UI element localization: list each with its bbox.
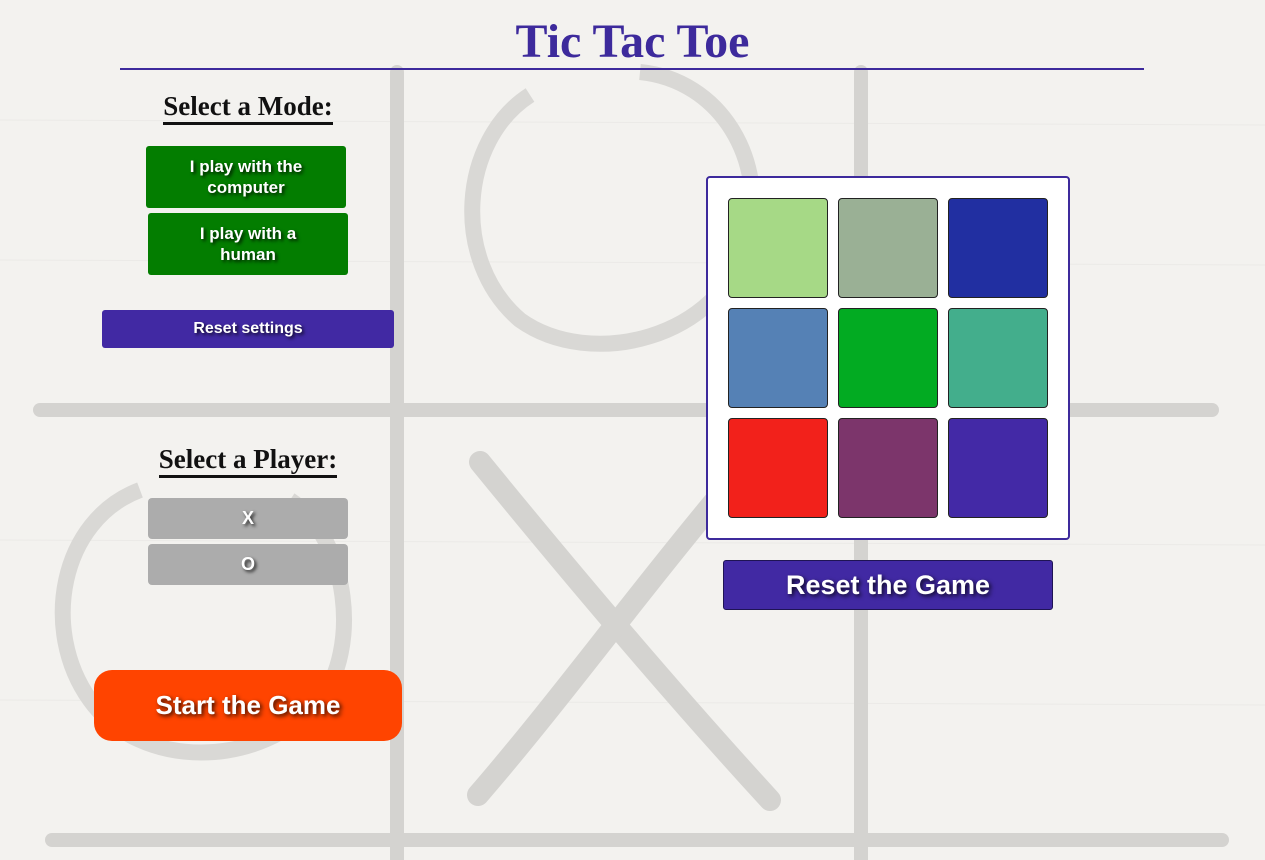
mode-heading: Select a Mode:	[98, 91, 398, 125]
board-cell-7[interactable]	[728, 418, 828, 518]
game-page: Tic Tac Toe Select a Mode: I play with t…	[0, 0, 1265, 860]
board-cell-4[interactable]	[728, 308, 828, 408]
board-cell-2[interactable]	[838, 198, 938, 298]
board-cell-5[interactable]	[838, 308, 938, 408]
start-game-button[interactable]: Start the Game	[94, 670, 402, 741]
reset-settings-button[interactable]: Reset settings	[102, 310, 394, 348]
board-cell-1[interactable]	[728, 198, 828, 298]
player-x-button[interactable]: X	[148, 498, 348, 539]
play-with-human-button[interactable]: I play with a human	[148, 213, 348, 275]
page-title: Tic Tac Toe	[515, 15, 750, 68]
board-cell-6[interactable]	[948, 308, 1048, 408]
title-divider	[120, 68, 1144, 70]
reset-game-button[interactable]: Reset the Game	[723, 560, 1053, 610]
player-heading: Select a Player:	[98, 444, 398, 478]
play-with-computer-button[interactable]: I play with the computer	[146, 146, 346, 208]
board-cell-3[interactable]	[948, 198, 1048, 298]
board-cell-9[interactable]	[948, 418, 1048, 518]
player-o-button[interactable]: O	[148, 544, 348, 585]
mode-heading-label: Select a Mode:	[163, 91, 333, 125]
player-heading-label: Select a Player:	[158, 444, 338, 478]
board-cell-8[interactable]	[838, 418, 938, 518]
game-board	[706, 176, 1070, 540]
